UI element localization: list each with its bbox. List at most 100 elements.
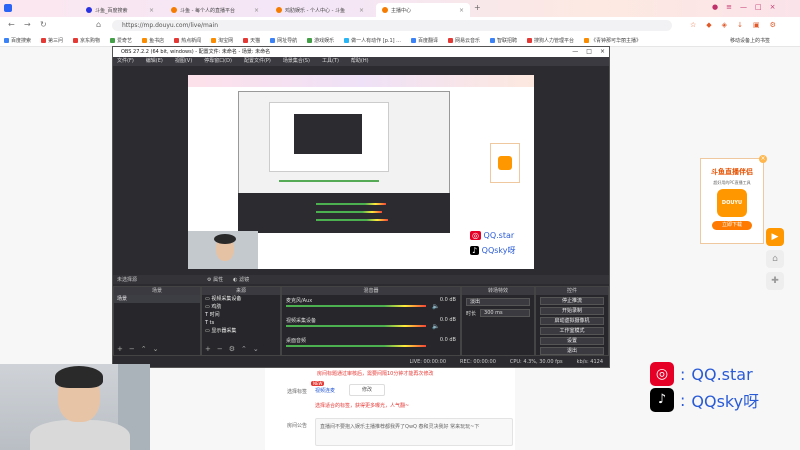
bookmark-item[interactable]: 京东购物	[73, 37, 100, 44]
audio-meter	[286, 345, 426, 347]
remove-icon[interactable]: −	[217, 345, 223, 353]
no-source-label: 未选择源	[117, 277, 138, 283]
tab-label: 主播中心	[391, 7, 412, 14]
close-icon[interactable]: ×	[254, 7, 259, 14]
close-icon[interactable]: ×	[359, 7, 364, 14]
mixer-channel-level: 0.0 dB	[439, 337, 456, 343]
add-icon[interactable]: +	[205, 345, 211, 353]
close-icon[interactable]: ×	[459, 7, 464, 14]
tiktok-icon: ♪	[650, 388, 674, 412]
cart-icon[interactable]: ▣	[753, 21, 760, 29]
netease-handle: ◎ : QQ.star	[650, 362, 753, 386]
download-button[interactable]: 立即下载	[712, 221, 752, 230]
gear-icon[interactable]: ⚙	[229, 345, 235, 353]
minimize-icon[interactable]: —	[740, 3, 747, 11]
browser-tab-active[interactable]: 主播中心 ×	[376, 3, 470, 17]
duration-input[interactable]: 300 ms	[480, 309, 530, 317]
shield-icon[interactable]: ◈	[722, 21, 727, 29]
obs-preview[interactable]: ◎ QQ.star ♪ QQsky呀	[188, 75, 534, 269]
bookmark-item[interactable]: 做一人有动作 [p.1] ...	[344, 37, 401, 44]
play-icon[interactable]: ▶	[766, 228, 784, 246]
star-icon[interactable]: ☆	[690, 21, 696, 29]
dock-title: 混音器	[282, 287, 460, 295]
mixer-channel-level: 0.0 dB	[439, 297, 456, 303]
gamepad-icon[interactable]: ✚	[766, 272, 784, 290]
bookmark-item[interactable]: 《青钟那可华丽主播》	[584, 37, 641, 44]
minimize-icon[interactable]: —	[572, 48, 578, 55]
browser-tab[interactable]: 斗鱼 - 每个人的直播平台 ×	[165, 3, 265, 17]
mute-icon[interactable]: 🔈	[432, 323, 439, 330]
up-icon[interactable]: ⌃	[241, 345, 247, 353]
refresh-icon[interactable]: ↻	[40, 20, 47, 29]
menu-scene-collection[interactable]: 场景集合(S)	[283, 57, 310, 66]
menu-tools[interactable]: 工具(T)	[322, 57, 339, 66]
bookmark-item[interactable]: 网易云音乐	[447, 37, 480, 44]
bookmark-item[interactable]: 智联招聘	[489, 37, 517, 44]
down-icon[interactable]: ⌄	[253, 345, 259, 353]
back-icon[interactable]: ←	[8, 20, 15, 29]
remove-icon[interactable]: −	[129, 345, 135, 353]
bookmark-item[interactable]: 天猫	[243, 37, 260, 44]
tag-value[interactable]: 视频连麦	[315, 387, 335, 394]
bookmark-item[interactable]: 搜狗人力管理平台	[527, 37, 574, 44]
announce-textarea[interactable]: 直播间不要抱入娱乐主播推荐都我弄了QwQ 春和灵决我好 常来玩玩~下	[315, 418, 513, 446]
bookmark-item[interactable]: 热点新闻	[174, 37, 201, 44]
menu-help[interactable]: 帮助(H)	[351, 57, 369, 66]
settings-button[interactable]: 设置	[540, 337, 604, 345]
user-icon[interactable]: ●	[712, 3, 718, 11]
bookmark-item[interactable]: 百度搜索	[4, 37, 31, 44]
bookmark-item[interactable]: 网址导航	[270, 37, 297, 44]
filters-button[interactable]: ◐ 滤镜	[233, 276, 249, 283]
source-item[interactable]: ▭ 鸡肋	[205, 303, 280, 311]
source-item[interactable]: T ts	[205, 319, 280, 327]
menu-edit[interactable]: 编辑(E)	[146, 57, 163, 66]
add-icon[interactable]: +	[117, 345, 123, 353]
start-recording-button[interactable]: 开始录制	[540, 307, 604, 315]
exit-button[interactable]: 退出	[540, 347, 604, 355]
bookmark-item[interactable]: 第三问	[41, 37, 63, 44]
transition-select[interactable]: 淡出	[466, 298, 530, 306]
bookmark-item[interactable]: 游戏娱乐	[307, 37, 334, 44]
obs-window-controls: — □ ×	[572, 48, 605, 55]
home-icon[interactable]: ⌂	[96, 20, 101, 29]
source-item[interactable]: ▭ 显示器采集	[205, 327, 280, 335]
menu-icon[interactable]: ≡	[726, 3, 732, 11]
close-window-icon[interactable]: ×	[770, 3, 776, 11]
bookmark-item[interactable]: 鱼书店	[142, 37, 164, 44]
companion-ad[interactable]: 斗鱼直播伴侣 超好用的PC直播工具 DOUYU 立即下载 ×	[700, 155, 767, 244]
modify-button[interactable]: 修改	[349, 384, 385, 396]
maximize-icon[interactable]: □	[755, 3, 762, 11]
source-item[interactable]: ▭ 视频采集设备	[205, 295, 280, 303]
menu-file[interactable]: 文件(F)	[117, 57, 134, 66]
properties-button[interactable]: ⚙ 属性	[207, 276, 223, 283]
bookmark-item[interactable]: 百度翻译	[410, 37, 438, 44]
home-icon[interactable]: ⌂	[766, 250, 784, 268]
menu-profile[interactable]: 配置文件(P)	[244, 57, 271, 66]
new-tab-button[interactable]: +	[474, 3, 481, 12]
bookmark-item[interactable]: 爱奇艺	[110, 37, 132, 44]
extension-icon[interactable]: ◆	[706, 21, 711, 29]
stop-streaming-button[interactable]: 停止推流	[540, 297, 604, 305]
studio-mode-button[interactable]: 工作室模式	[540, 327, 604, 335]
menu-view[interactable]: 视图(V)	[175, 57, 192, 66]
browser-tab[interactable]: 斗鱼_百度搜索 ×	[80, 3, 160, 17]
other-bookmarks[interactable]: 移动设备上的书签	[730, 37, 770, 44]
url-input[interactable]: https://mp.douyu.com/live/main	[112, 20, 672, 31]
bookmark-item[interactable]: 淘宝网	[211, 37, 233, 44]
download-icon[interactable]: ↓	[737, 21, 743, 29]
close-icon[interactable]: ×	[149, 7, 154, 14]
settings-icon[interactable]: ⚙	[770, 21, 776, 29]
source-item[interactable]: T 时间	[205, 311, 280, 319]
forward-icon[interactable]: →	[24, 20, 31, 29]
down-icon[interactable]: ⌄	[153, 345, 159, 353]
scene-item[interactable]: 场景	[114, 295, 200, 303]
nested-obs-docks	[238, 193, 450, 233]
up-icon[interactable]: ⌃	[141, 345, 147, 353]
menu-docks[interactable]: 停靠窗口(D)	[204, 57, 232, 66]
close-icon[interactable]: ×	[759, 155, 767, 163]
maximize-icon[interactable]: □	[586, 48, 592, 55]
close-icon[interactable]: ×	[600, 48, 605, 55]
browser-tab[interactable]: 鸡肋娱乐 - 个人中心 - 斗鱼 ×	[270, 3, 370, 17]
virtual-camera-button[interactable]: 启动虚拟摄像机	[540, 317, 604, 325]
mute-icon[interactable]: 🔈	[432, 303, 439, 310]
